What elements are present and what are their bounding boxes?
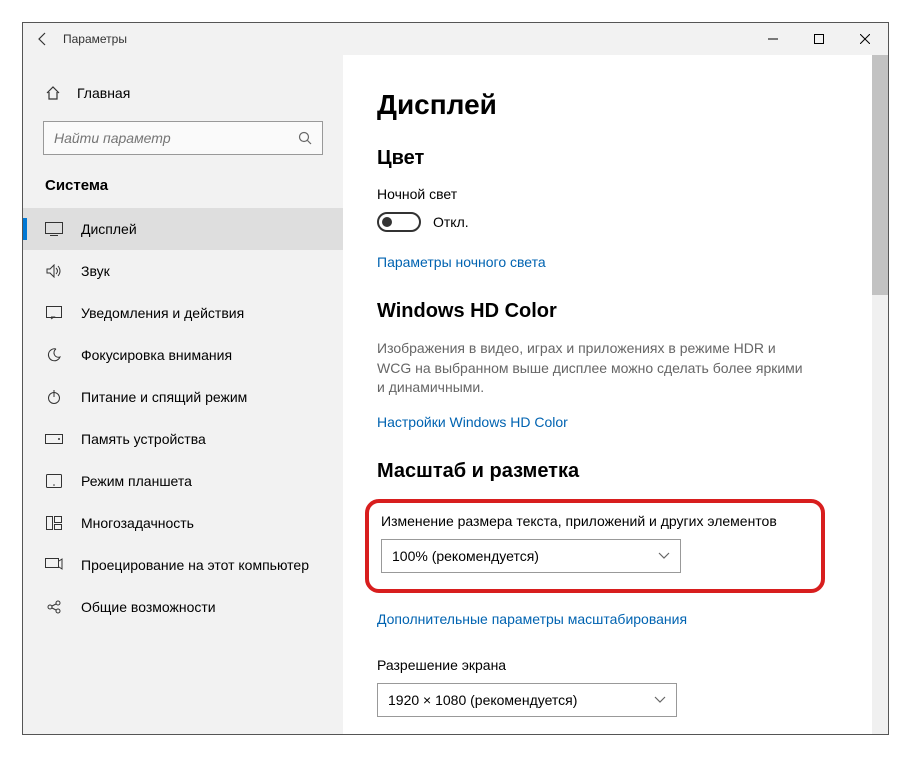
hd-heading: Windows HD Color xyxy=(377,300,854,323)
nav-label: Дисплей xyxy=(81,221,137,237)
chevron-down-icon xyxy=(658,552,670,560)
search-box[interactable] xyxy=(43,121,323,155)
nav-item-display[interactable]: Дисплей xyxy=(23,208,343,250)
nav-item-shared[interactable]: Общие возможности xyxy=(23,586,343,628)
nav-label: Многозадачность xyxy=(81,515,194,531)
night-light-toggle[interactable] xyxy=(377,212,421,232)
resolution-label: Разрешение экрана xyxy=(377,657,854,673)
toggle-knob xyxy=(382,217,392,227)
scrollbar[interactable] xyxy=(872,55,888,734)
nav-item-tablet[interactable]: Режим планшета xyxy=(23,460,343,502)
minimize-button[interactable] xyxy=(750,23,796,55)
nav-label: Проецирование на этот компьютер xyxy=(81,557,309,573)
nav-label: Уведомления и действия xyxy=(81,305,244,321)
text-size-value: 100% (рекомендуется) xyxy=(392,548,539,564)
nav-item-projecting[interactable]: Проецирование на этот компьютер xyxy=(23,544,343,586)
nav-label: Фокусировка внимания xyxy=(81,347,232,363)
display-icon xyxy=(45,222,63,236)
content-area: Дисплей Цвет Ночной свет Откл. Параметры… xyxy=(343,55,888,734)
nav-item-power[interactable]: Питание и спящий режим xyxy=(23,376,343,418)
hd-settings-link[interactable]: Настройки Windows HD Color xyxy=(377,414,854,430)
nav-item-focus[interactable]: Фокусировка внимания xyxy=(23,334,343,376)
toggle-state: Откл. xyxy=(433,214,469,230)
highlight-annotation: Изменение размера текста, приложений и д… xyxy=(365,499,825,593)
nav-label: Память устройства xyxy=(81,431,206,447)
section-title: Система xyxy=(23,173,343,208)
shared-icon xyxy=(45,599,63,615)
nav-item-notifications[interactable]: Уведомления и действия xyxy=(23,292,343,334)
hd-description: Изображения в видео, играх и приложениях… xyxy=(377,339,807,398)
home-icon xyxy=(45,85,61,101)
home-label: Главная xyxy=(77,85,130,101)
nav-item-sound[interactable]: Звук xyxy=(23,250,343,292)
nav-item-storage[interactable]: Память устройства xyxy=(23,418,343,460)
back-button[interactable] xyxy=(23,23,63,55)
night-light-settings-link[interactable]: Параметры ночного света xyxy=(377,254,854,270)
nav-label: Режим планшета xyxy=(81,473,192,489)
home-link[interactable]: Главная xyxy=(23,77,343,109)
chevron-down-icon xyxy=(654,696,666,704)
nav-label: Общие возможности xyxy=(81,599,216,615)
text-size-select[interactable]: 100% (рекомендуется) xyxy=(381,539,681,573)
projecting-icon xyxy=(45,558,63,572)
nav-label: Звук xyxy=(81,263,110,279)
nav-label: Питание и спящий режим xyxy=(81,389,247,405)
resolution-select[interactable]: 1920 × 1080 (рекомендуется) xyxy=(377,683,677,717)
power-icon xyxy=(45,389,63,405)
text-size-label: Изменение размера текста, приложений и д… xyxy=(381,513,809,529)
nav-list: Дисплей Звук Уведомления и действия Фоку… xyxy=(23,208,343,734)
tablet-icon xyxy=(45,474,63,488)
close-button[interactable] xyxy=(842,23,888,55)
scroll-thumb[interactable] xyxy=(872,55,888,295)
focus-icon xyxy=(45,347,63,363)
multitasking-icon xyxy=(45,516,63,530)
sound-icon xyxy=(45,264,63,278)
storage-icon xyxy=(45,434,63,444)
page-title: Дисплей xyxy=(377,89,854,121)
nav-item-multitasking[interactable]: Многозадачность xyxy=(23,502,343,544)
window-title: Параметры xyxy=(63,32,127,46)
night-light-label: Ночной свет xyxy=(377,186,854,202)
resolution-value: 1920 × 1080 (рекомендуется) xyxy=(388,692,577,708)
search-input[interactable] xyxy=(54,130,298,146)
maximize-button[interactable] xyxy=(796,23,842,55)
sidebar: Главная Система Дисплей Звук xyxy=(23,55,343,734)
settings-window: Параметры Главная Сис xyxy=(22,22,889,735)
search-icon xyxy=(298,131,312,145)
scale-heading: Масштаб и разметка xyxy=(377,460,854,483)
notifications-icon xyxy=(45,306,63,320)
titlebar: Параметры xyxy=(23,23,888,55)
advanced-scaling-link[interactable]: Дополнительные параметры масштабирования xyxy=(377,611,854,627)
color-heading: Цвет xyxy=(377,147,854,170)
